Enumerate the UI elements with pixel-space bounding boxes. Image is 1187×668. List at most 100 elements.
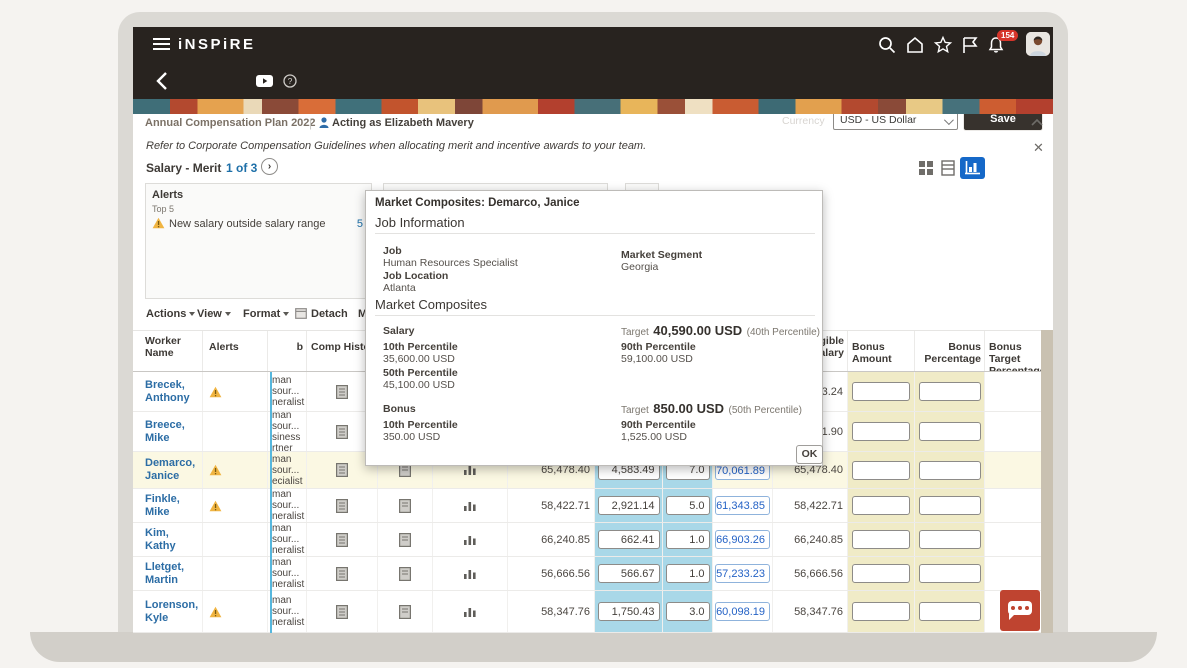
merit-percentage-input[interactable] (666, 496, 710, 515)
column-alerts[interactable]: Alerts (203, 331, 268, 371)
back-chevron-icon[interactable] (155, 71, 169, 91)
bonus-percentage-input[interactable] (919, 530, 981, 549)
view-menu[interactable]: View (197, 308, 231, 320)
document-icon[interactable] (399, 533, 411, 547)
bar-chart-icon[interactable] (463, 568, 477, 580)
warning-icon[interactable] (209, 500, 222, 512)
bonus-percentage-input[interactable] (919, 564, 981, 583)
list-view-icon[interactable] (941, 160, 955, 176)
user-avatar[interactable] (1026, 32, 1050, 56)
bonus-percentage-input[interactable] (919, 602, 981, 621)
comp-history-icon[interactable] (336, 605, 348, 619)
document-icon[interactable] (399, 499, 411, 513)
help-icon[interactable]: ? (283, 74, 297, 88)
comp-history-icon[interactable] (336, 533, 348, 547)
worker-name-link[interactable]: Lletget, Martin (145, 561, 202, 587)
search-icon[interactable] (877, 35, 897, 55)
bonus-percentage-input[interactable] (919, 461, 981, 480)
frozen-pane-divider[interactable] (270, 372, 272, 633)
job-location-label: Job Location (383, 270, 448, 282)
column-bonus-amount[interactable]: Bonus Amount (848, 331, 915, 371)
worker-name-link[interactable]: Brecek, Anthony (145, 379, 202, 405)
bonus-amount-input[interactable] (852, 496, 910, 515)
hamburger-menu-icon[interactable] (153, 38, 170, 51)
bar-chart-icon[interactable] (463, 606, 477, 618)
merit-amount-input[interactable] (598, 496, 660, 515)
guidelines-text: Refer to Corporate Compensation Guidelin… (146, 140, 646, 152)
comp-history-icon[interactable] (336, 499, 348, 513)
bonus-amount-input[interactable] (852, 602, 910, 621)
document-icon[interactable] (399, 567, 411, 581)
video-icon[interactable] (256, 75, 273, 87)
market-segment-value: Georgia (621, 261, 658, 273)
eligible-salary-value: 56,666.56 (773, 557, 848, 590)
salary-value: 56,666.56 (508, 557, 595, 590)
document-icon[interactable] (399, 605, 411, 619)
worker-name-link[interactable]: Kim, Kathy (145, 527, 202, 553)
bonus-percentage-input[interactable] (919, 422, 981, 441)
job-label: Job (383, 245, 402, 257)
chevron-down-icon (283, 312, 289, 316)
merit-percentage-input[interactable] (666, 602, 710, 621)
bonus-p90-label: 90th Percentile (621, 419, 696, 431)
salary-label: Salary (383, 325, 415, 337)
bar-chart-icon[interactable] (463, 534, 477, 546)
comp-history-icon[interactable] (336, 385, 348, 399)
comp-history-icon[interactable] (336, 567, 348, 581)
worker-name-link[interactable]: Lorenson, Kyle (145, 599, 202, 625)
vertical-scrollbar[interactable] (1041, 330, 1053, 633)
close-icon[interactable]: ✕ (1033, 140, 1044, 156)
bonus-p10-label: 10th Percentile (383, 419, 458, 431)
detach-button[interactable]: Detach (311, 308, 348, 320)
column-worker-name[interactable]: Worker Name (133, 331, 203, 371)
merit-percentage-input[interactable] (666, 530, 710, 549)
bonus-percentage-input[interactable] (919, 496, 981, 515)
bar-chart-icon[interactable] (463, 500, 477, 512)
favorites-star-icon[interactable] (933, 35, 953, 55)
ok-button[interactable]: OK (796, 445, 823, 464)
flag-icon[interactable] (960, 35, 980, 55)
warning-icon[interactable] (209, 464, 222, 476)
merit-amount-input[interactable] (598, 530, 660, 549)
merit-amount-input[interactable] (598, 602, 660, 621)
section-title: Salary - Merit (146, 161, 221, 175)
eligible-salary-value: 66,240.85 (773, 523, 848, 556)
home-icon[interactable] (905, 35, 925, 55)
bonus-amount-input[interactable] (852, 382, 910, 401)
notification-count-badge[interactable]: 154 (997, 30, 1018, 41)
grid-view-icon[interactable] (918, 160, 934, 176)
alert-count-link[interactable]: 5 (357, 218, 363, 230)
alert-message: New salary outside salary range (169, 218, 326, 230)
merit-amount-input[interactable] (598, 564, 660, 583)
worker-name-link[interactable]: Demarco, Janice (145, 457, 202, 483)
job-text: man sour... neralist (272, 489, 304, 522)
market-composites-section-title: Market Composites (375, 297, 487, 312)
svg-text:?: ? (288, 76, 293, 86)
column-job-clipped[interactable]: b (268, 331, 307, 371)
next-section-arrow[interactable]: › (261, 158, 278, 175)
comp-history-icon[interactable] (336, 463, 348, 477)
market-segment-label: Market Segment (621, 249, 702, 261)
job-text: man sour... neralist (272, 595, 304, 628)
chat-button[interactable] (1000, 590, 1040, 631)
warning-icon[interactable] (209, 606, 222, 618)
warning-icon[interactable] (209, 386, 222, 398)
actions-menu[interactable]: Actions (146, 308, 195, 320)
bonus-amount-input[interactable] (852, 564, 910, 583)
bonus-amount-input[interactable] (852, 422, 910, 441)
merit-percentage-input[interactable] (666, 564, 710, 583)
target-note: (50th Percentile) (729, 405, 802, 416)
comp-history-icon[interactable] (336, 425, 348, 439)
collapse-chevron-icon[interactable] (1031, 117, 1043, 127)
chevron-down-icon (225, 312, 231, 316)
salary-target: Target 40,590.00 USD (40th Percentile) (621, 322, 820, 340)
bonus-percentage-input[interactable] (919, 382, 981, 401)
worker-name-link[interactable]: Finkle, Mike (145, 493, 202, 519)
worker-name-link[interactable]: Breece, Mike (145, 419, 202, 445)
bonus-amount-input[interactable] (852, 530, 910, 549)
proxy-person-icon (319, 117, 329, 128)
bonus-amount-input[interactable] (852, 461, 910, 480)
format-menu[interactable]: Format (243, 308, 289, 320)
column-bonus-percentage[interactable]: Bonus Percentage (915, 331, 985, 371)
chart-view-button-active[interactable] (960, 157, 985, 179)
